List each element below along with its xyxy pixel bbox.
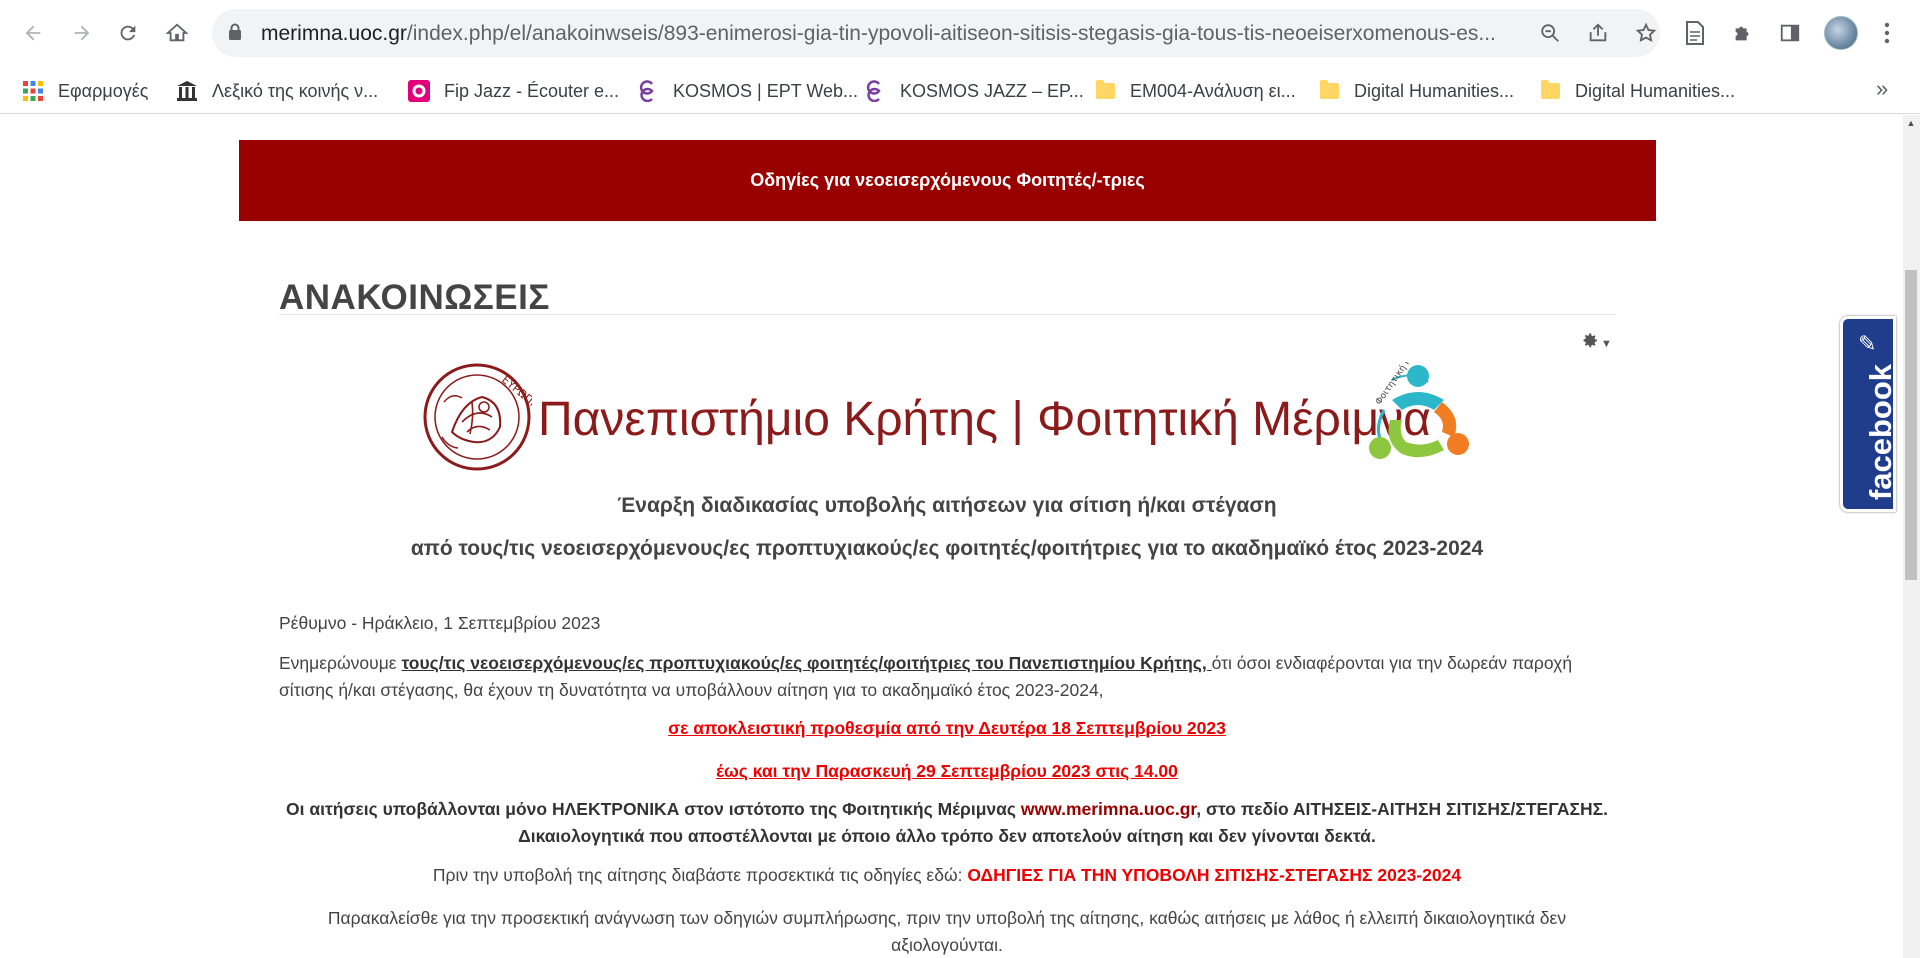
pencil-icon: ✎	[1858, 331, 1877, 356]
deadline-end-line: έως και την Παρασκευή 29 Σεπτεμβρίου 202…	[279, 758, 1615, 785]
home-icon[interactable]	[161, 17, 193, 49]
folder-icon	[1318, 80, 1340, 102]
merimna-website-link[interactable]: www.merimna.uoc.gr	[1021, 799, 1196, 819]
instructions-lead: Πριν την υποβολή της αίτησης διαβάστε πρ…	[432, 865, 968, 885]
bookmark-star-icon[interactable]	[1632, 19, 1660, 47]
announcement-subheading-1: Έναρξη διαδικασίας υποβολής αιτήσεων για…	[617, 494, 1277, 517]
bookmark-label: Digital Humanities...	[1575, 80, 1736, 101]
deadline-start: σε αποκλειστική προθεσμία από την Δευτέρ…	[668, 718, 1226, 738]
university-logo-banner: ΕΥΡΩΠΗ Πανεπιστήμιο Κρήτης | Φοιτητική Μ…	[422, 329, 1472, 477]
university-seal-image: ΕΥΡΩΠΗ	[422, 362, 542, 477]
submission-lead: Οι αιτήσεις υποβάλλονται μόνο ΗΛΕΚΤΡΟΝΙΚ…	[286, 799, 1021, 819]
page-viewport: Οδηγίες για νεοεισερχόμενους Φοιτητές/-τ…	[0, 115, 1920, 958]
bookmark-label: Εφαρμογές	[58, 80, 149, 101]
student-welfare-logo: Φοιτητική Μέριμνα	[1362, 329, 1472, 477]
side-panel-icon[interactable]	[1774, 17, 1806, 49]
bookmark-label: ΕΜ004-Ανάλυση ει...	[1130, 80, 1296, 101]
instructions-link[interactable]: ΟΔΗΓΙΕΣ ΓΙΑ ΤΗΝ ΥΠΟΒΟΛΗ ΣΙΤΙΣΗΣ-ΣΤΕΓΑΣΗΣ…	[967, 865, 1461, 885]
url-text[interactable]: merimna.uoc.gr/index.php/el/anakoinwseis…	[261, 22, 1541, 46]
announcement-subheading-2: από τους/τις νεοεισερχόμενους/ες προπτυχ…	[410, 537, 1484, 560]
university-logo-text: Πανεπιστήμιο Κρήτης | Φοιτητική Μέριμνα	[538, 393, 1431, 446]
bookmark-item[interactable]: ΕΜ004-Ανάλυση ει...	[1094, 78, 1296, 104]
folder-icon	[1094, 80, 1116, 102]
fip-radio-icon	[408, 80, 430, 102]
bookmark-item[interactable]: KOSMOS JAZZ – ΕΡ...	[864, 78, 1084, 104]
address-bar[interactable]: merimna.uoc.gr/index.php/el/anakoinwseis…	[212, 9, 1660, 57]
scroll-up-arrow[interactable]: ▲	[1905, 118, 1917, 132]
facebook-tab[interactable]: ✎ facebook	[1840, 316, 1899, 512]
url-host: merimna.uoc.gr	[261, 22, 407, 45]
facebook-label: facebook	[1863, 363, 1899, 501]
place-date-line: Ρέθυμνο - Ηράκλειο, 1 Σεπτεμβρίου 2023	[279, 610, 1615, 637]
intro-lead: Ενημερώνουμε	[279, 653, 402, 673]
intro-audience: τους/τις νεοεισερχόμενους/ες προπτυχιακο…	[401, 653, 1212, 673]
reload-icon[interactable]	[112, 17, 144, 49]
kosmos-jazz-logo-icon	[864, 80, 886, 102]
place-date-b: -	[346, 613, 362, 633]
instructions-paragraph: Πριν την υποβολή της αίτησης διαβάστε πρ…	[279, 862, 1615, 889]
bookmark-item[interactable]: KOSMOS | ΕΡΤ Web...	[637, 78, 858, 104]
place-date-c: Ηράκλειο, 1 Σεπτεμβρίου 2023	[361, 613, 601, 633]
bookmark-label: KOSMOS JAZZ – ΕΡ...	[900, 80, 1084, 101]
bookmark-label: Digital Humanities...	[1354, 80, 1515, 101]
browser-toolbar: merimna.uoc.gr/index.php/el/anakoinwseis…	[0, 0, 1920, 66]
deadline-start-line: σε αποκλειστική προθεσμία από την Δευτέρ…	[279, 715, 1615, 742]
scrollbar-thumb[interactable]	[1905, 270, 1917, 580]
bookmarks-overflow-button[interactable]: »	[1876, 76, 1888, 102]
folder-icon	[1539, 80, 1561, 102]
bookmark-label: KOSMOS | ΕΡΤ Web...	[673, 80, 859, 101]
menu-kebab-icon[interactable]	[1871, 17, 1903, 49]
bookmark-label: Fip Jazz - Écouter e...	[444, 80, 620, 101]
reading-list-icon[interactable]	[1679, 17, 1711, 49]
bookmark-item[interactable]: Digital Humanities...	[1318, 78, 1514, 104]
intro-paragraph: Ενημερώνουμε τους/τις νεοεισερχόμενους/ε…	[279, 650, 1615, 704]
bookmark-apps[interactable]: Εφαρμογές	[22, 78, 148, 104]
chevron-down-icon: ▼	[1601, 337, 1612, 350]
submission-paragraph: Οι αιτήσεις υποβάλλονται μόνο ΗΛΕΚΤΡΟΝΙΚ…	[279, 796, 1615, 850]
url-path: /index.php/el/anakoinwseis/893-enimerosi…	[406, 22, 1496, 45]
article-options-button[interactable]: ▼	[1582, 332, 1612, 355]
bookmark-item[interactable]: Λεξικό της κοινής ν...	[176, 78, 378, 104]
bookmark-label: Λεξικό της κοινής ν...	[212, 80, 379, 101]
gear-icon	[1582, 332, 1599, 355]
extensions-puzzle-icon[interactable]	[1727, 17, 1759, 49]
share-icon[interactable]	[1584, 19, 1612, 47]
notice-paragraph: Παρακαλείσθε για την προσεκτική ανάγνωση…	[327, 908, 1567, 955]
page-title: ΑΝΑΚΟΙΝΩΣΕΙΣ	[279, 278, 550, 317]
lock-icon[interactable]	[228, 23, 242, 46]
bookmarks-bar: Εφαρμογές Λεξικό της κοινής ν... Fip Jaz…	[0, 66, 1920, 114]
library-building-icon	[176, 80, 198, 102]
apps-grid-icon	[22, 80, 44, 102]
newcomer-instructions-banner[interactable]: Οδηγίες για νεοεισερχόμενους Φοιτητές/-τ…	[239, 140, 1656, 221]
submission-warning: Δικαιολογητικά που αποστέλλονται με όποι…	[518, 826, 1376, 846]
place-date-a: Ρέθυμνο	[279, 613, 347, 633]
bookmark-item[interactable]: Digital Humanities...	[1539, 78, 1735, 104]
forward-icon[interactable]	[66, 17, 98, 49]
back-icon[interactable]	[17, 17, 49, 49]
kosmos-logo-icon	[637, 80, 659, 102]
zoom-icon[interactable]	[1536, 19, 1564, 47]
bookmark-item[interactable]: Fip Jazz - Écouter e...	[408, 78, 619, 104]
title-divider	[279, 314, 1615, 315]
deadline-end: έως και την Παρασκευή 29 Σεπτεμβρίου 202…	[716, 761, 1178, 781]
submission-field: , στο πεδίο ΑΙΤΗΣΕΙΣ-ΑΙΤΗΣΗ ΣΙΤΙΣΗΣ/ΣΤΕΓ…	[1196, 799, 1608, 819]
profile-avatar[interactable]	[1824, 16, 1858, 50]
